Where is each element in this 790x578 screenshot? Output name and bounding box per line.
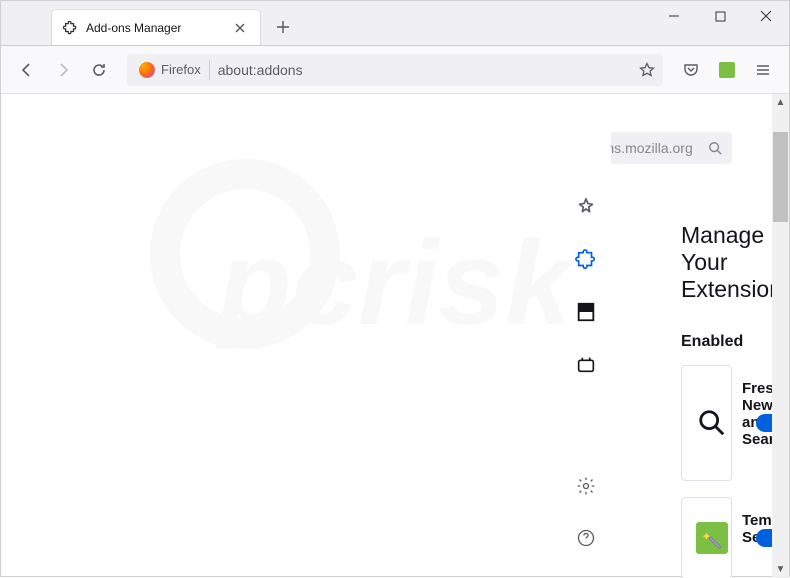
main-panel: Find more add-ons Manage Your Extensions…	[611, 94, 772, 578]
scrollbar[interactable]: ▲ ▼	[772, 94, 789, 578]
firefox-logo-icon	[139, 62, 155, 78]
wand-icon	[696, 522, 728, 554]
identity-box[interactable]: Firefox	[135, 60, 210, 80]
search-icon	[708, 141, 722, 155]
maximize-button[interactable]	[697, 0, 743, 32]
extension-card[interactable]: Freshy Newtab and Search This add-on req…	[681, 365, 732, 481]
header-row: Manage Your Extensions	[681, 222, 732, 303]
scrollbar-thumb[interactable]	[773, 132, 788, 222]
identity-label: Firefox	[161, 62, 201, 77]
settings-icon[interactable]	[572, 472, 600, 500]
themes-icon[interactable]	[572, 298, 600, 326]
extension-toggle[interactable]	[756, 414, 772, 432]
recommendations-icon[interactable]	[572, 194, 600, 222]
close-tab-icon[interactable]	[230, 18, 250, 38]
scroll-down-icon[interactable]: ▼	[772, 561, 789, 578]
app-menu-button[interactable]	[747, 54, 779, 86]
puzzle-icon	[62, 20, 78, 36]
addon-search-box[interactable]	[611, 132, 732, 164]
extension-card[interactable]: Template Search This add-on requests per…	[681, 497, 732, 578]
toolbar: Firefox	[1, 46, 789, 94]
extension-toggle[interactable]	[756, 529, 772, 547]
category-sidebar	[561, 94, 611, 578]
extension-button[interactable]	[711, 54, 743, 86]
extensions-icon[interactable]	[572, 246, 600, 274]
bookmark-star-icon[interactable]	[639, 62, 655, 78]
url-input[interactable]	[218, 62, 639, 78]
svg-text:pcrisk: pcrisk	[215, 216, 577, 350]
new-tab-button[interactable]	[269, 13, 297, 41]
content-area: pcrisk Find more add-ons	[1, 94, 789, 578]
help-icon[interactable]	[572, 524, 600, 552]
titlebar: Add-ons Manager	[1, 1, 789, 46]
page-title: Manage Your Extensions	[681, 222, 772, 303]
pocket-button[interactable]	[675, 54, 707, 86]
url-bar[interactable]: Firefox	[127, 54, 663, 86]
find-more-row: Find more add-ons	[681, 114, 732, 182]
magnifier-icon	[696, 407, 728, 439]
reload-button[interactable]	[83, 54, 115, 86]
enabled-section-title: Enabled	[681, 333, 732, 351]
addon-search-input[interactable]	[611, 140, 708, 156]
plugins-icon[interactable]	[572, 350, 600, 378]
tab-title: Add-ons Manager	[86, 21, 230, 35]
close-window-button[interactable]	[743, 0, 789, 32]
forward-button[interactable]	[47, 54, 79, 86]
browser-tab[interactable]: Add-ons Manager	[51, 9, 261, 45]
back-button[interactable]	[11, 54, 43, 86]
window-controls	[651, 0, 789, 45]
minimize-button[interactable]	[651, 0, 697, 32]
scroll-up-icon[interactable]: ▲	[772, 94, 789, 111]
